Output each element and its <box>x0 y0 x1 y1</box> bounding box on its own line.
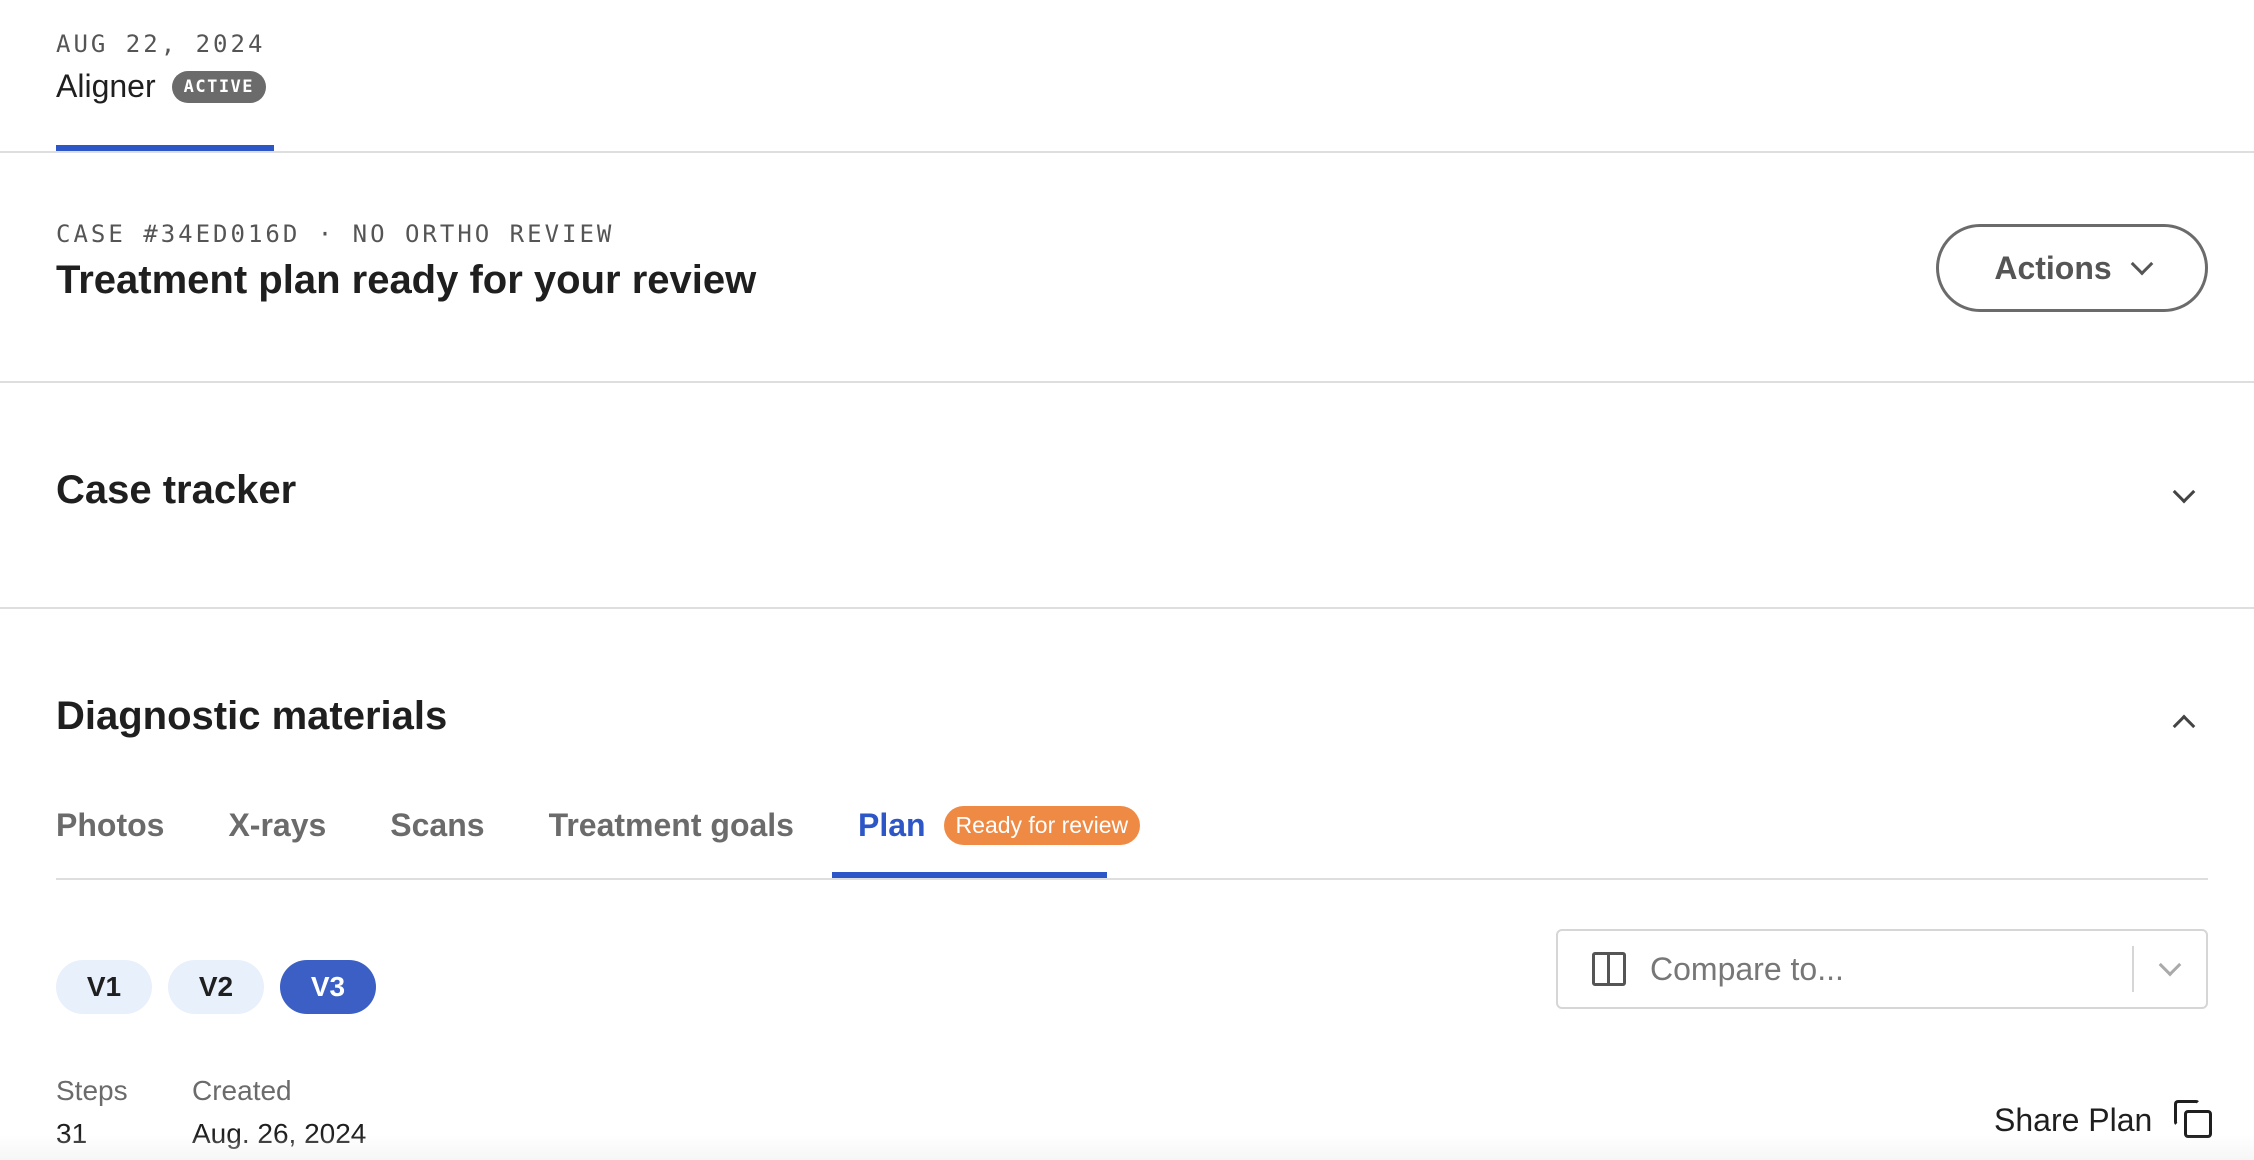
share-plan-button[interactable]: Share Plan <box>1994 1100 2214 1140</box>
chevron-down-icon <box>2130 252 2153 276</box>
tab-treatment-goals[interactable]: Treatment goals <box>549 807 794 844</box>
created-label: Created <box>192 1075 292 1106</box>
chevron-down-icon <box>2158 953 2182 977</box>
tabs-divider <box>56 878 2208 880</box>
tab-plan-label: Plan <box>857 807 926 843</box>
actions-label: Actions <box>1994 249 2112 286</box>
diagnostic-materials-toggle[interactable] <box>2166 704 2202 740</box>
share-plan-label: Share Plan <box>1994 1101 2153 1138</box>
active-tab-indicator <box>832 872 1107 878</box>
tab-plan[interactable]: Plan Ready for review <box>857 806 1141 845</box>
dropdown-toggle[interactable] <box>2134 953 2206 977</box>
tab-photos[interactable]: Photos <box>56 807 164 844</box>
page-title: Treatment plan ready for your review <box>56 258 757 302</box>
copy-icon <box>2174 1100 2214 1140</box>
version-v3-button[interactable]: V3 <box>280 960 376 1014</box>
chevron-down-icon <box>2172 480 2196 504</box>
version-selector: V1 V2 V3 <box>56 960 376 1014</box>
tab-scans[interactable]: Scans <box>390 807 484 844</box>
actions-button[interactable]: Actions <box>1936 224 2208 312</box>
diagnostic-materials-title: Diagnostic materials <box>56 694 448 738</box>
status-badge: ACTIVE <box>171 70 267 103</box>
case-tracker-title: Case tracker <box>56 468 297 512</box>
compare-dropdown[interactable]: Compare to... <box>1556 929 2208 1009</box>
divider <box>0 381 2254 383</box>
case-date: AUG 22, 2024 <box>56 30 266 58</box>
steps-value: 31 <box>56 1118 88 1149</box>
case-tracker-toggle[interactable] <box>2166 478 2202 514</box>
created-value: Aug. 26, 2024 <box>192 1118 367 1149</box>
aligner-title: Aligner <box>56 68 156 104</box>
split-view-icon <box>1592 952 1626 986</box>
chevron-up-icon <box>2172 714 2196 738</box>
aligner-tab[interactable]: Aligner ACTIVE <box>56 68 267 105</box>
divider <box>0 607 2254 609</box>
ready-for-review-badge: Ready for review <box>943 806 1141 845</box>
compare-placeholder: Compare to... <box>1650 950 1844 987</box>
divider <box>0 151 2254 153</box>
version-v2-button[interactable]: V2 <box>168 960 264 1014</box>
version-v1-button[interactable]: V1 <box>56 960 152 1014</box>
case-label: CASE #34ED016D · NO ORTHO REVIEW <box>56 220 615 248</box>
steps-label: Steps <box>56 1075 128 1106</box>
tab-x-rays[interactable]: X-rays <box>228 807 326 844</box>
diagnostic-tabs: Photos X-rays Scans Treatment goals Plan… <box>56 806 1141 845</box>
